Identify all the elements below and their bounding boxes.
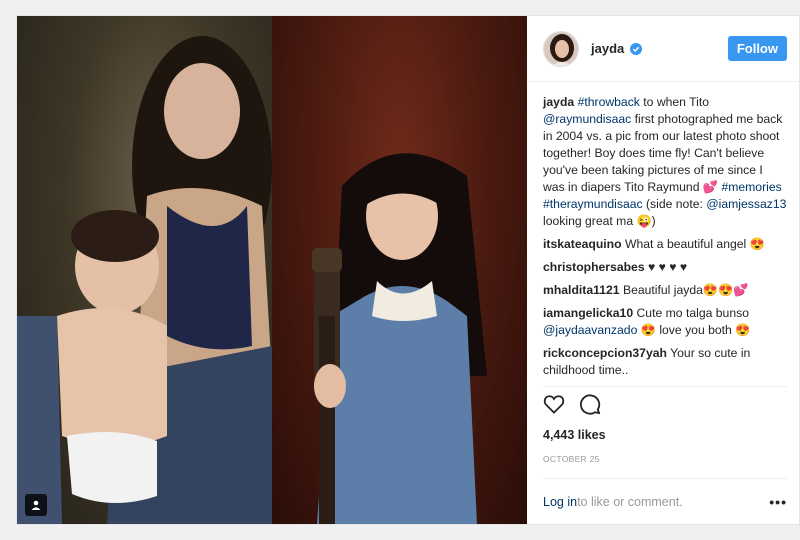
comment-username[interactable]: iamangelicka10 [543, 306, 633, 320]
comment-text: (side note: [642, 197, 707, 211]
likes-count[interactable]: 4,443 likes [527, 428, 799, 442]
verified-icon [630, 42, 643, 55]
mention-link[interactable]: @raymundisaac [543, 112, 631, 126]
comment-username[interactable]: rickconcepcion37yah [543, 346, 667, 360]
comment-text: What a beautiful angel 😍 [624, 237, 765, 251]
comment-item: iamangelicka10 Cute mo talga bunso @jayd… [543, 305, 787, 339]
hashtag-link[interactable]: #throwback [578, 95, 640, 109]
comment-text: looking great ma 😜) [543, 214, 656, 228]
comment-username[interactable]: itskateaquino [543, 237, 622, 251]
comment-icon[interactable] [579, 393, 601, 420]
comment-text: Cute mo talga bunso [636, 306, 749, 320]
caption-username[interactable]: jayda [543, 95, 574, 109]
comment-text: to when Tito [639, 95, 709, 109]
more-icon[interactable]: ••• [769, 494, 787, 510]
user-tag-icon[interactable] [25, 494, 47, 516]
comment-item: itskateaquino What a beautiful angel 😍 [543, 236, 787, 253]
comment-item: christophersabes ♥ ♥ ♥ ♥ [543, 259, 787, 276]
comments-list[interactable]: jayda #throwback to when Tito @raymundis… [527, 82, 799, 386]
mention-link[interactable]: @jaydaavanzado [543, 323, 637, 337]
comment-text: ♥ ♥ ♥ ♥ [648, 260, 688, 274]
action-bar [543, 386, 787, 426]
comment-username[interactable]: christophersabes [543, 260, 645, 274]
login-row: Log in to like or comment. ••• [543, 478, 787, 524]
post-date[interactable]: OCTOBER 25 [527, 454, 799, 464]
photo-recent-shoot [272, 16, 527, 524]
post-card: jayda Follow jayda #throwback to when Ti… [16, 15, 800, 525]
photo-throwback-2004 [17, 16, 272, 524]
comment-username[interactable]: mhaldita1121 [543, 283, 620, 297]
caption: jayda #throwback to when Tito @raymundis… [543, 94, 787, 230]
comment-item: mhaldita1121 Beautiful jayda😍😍💕 [543, 282, 787, 299]
post-header: jayda Follow [527, 16, 799, 82]
hashtag-link[interactable]: #theraymundisaac [543, 197, 643, 211]
post-sidebar: jayda Follow jayda #throwback to when Ti… [527, 16, 799, 524]
avatar[interactable] [543, 30, 579, 67]
mention-link[interactable]: @iamjessaz13 [706, 197, 786, 211]
heart-icon[interactable] [543, 394, 565, 419]
comment-text: Beautiful jayda😍😍💕 [622, 283, 749, 297]
header-username[interactable]: jayda [591, 41, 624, 56]
login-prompt-text: to like or comment. [577, 494, 683, 509]
comment-item: rickconcepcion37yah Your so cute in chil… [543, 345, 787, 379]
login-link[interactable]: Log in [543, 495, 577, 509]
comment-text: 😍 love you both 😍 [637, 323, 751, 337]
post-media[interactable] [17, 16, 527, 524]
follow-button[interactable]: Follow [727, 36, 787, 61]
hashtag-link[interactable]: #memories [721, 180, 781, 194]
